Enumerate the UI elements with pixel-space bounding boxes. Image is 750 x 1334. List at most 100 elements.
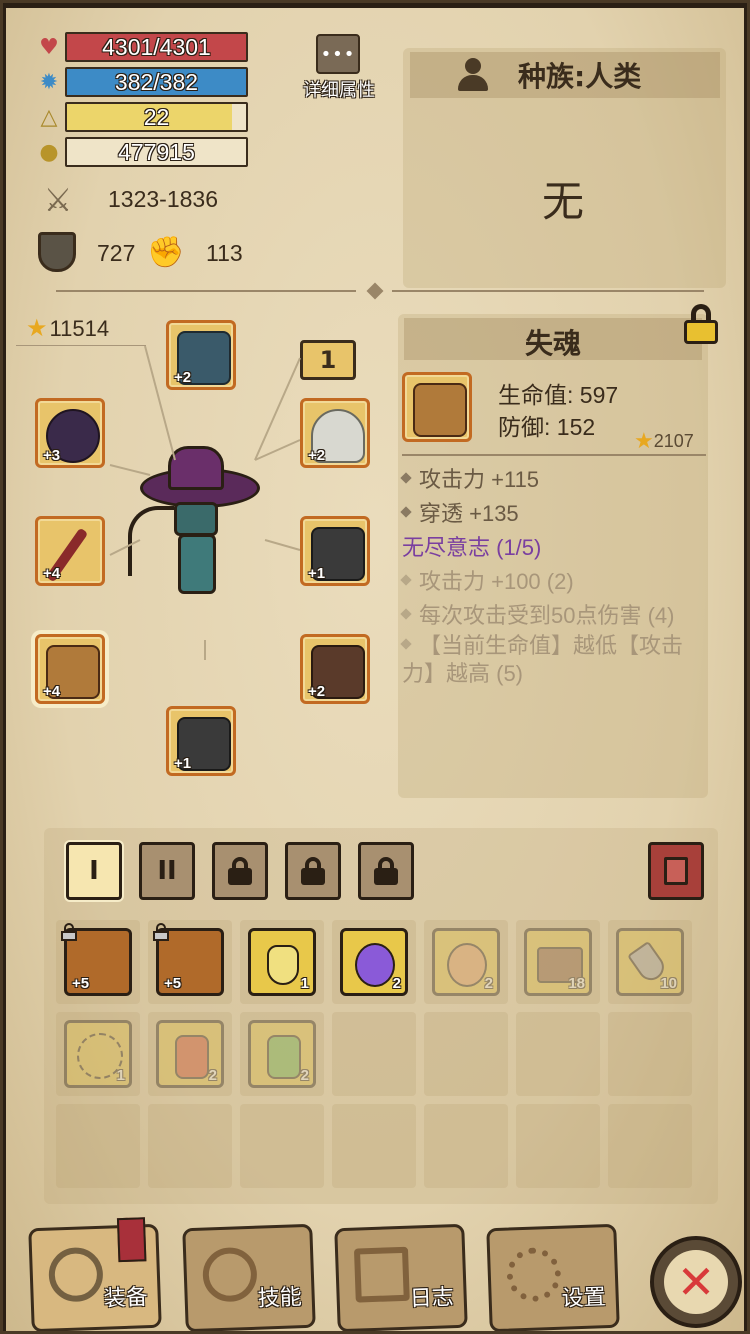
bag-slot[interactable] (240, 1104, 324, 1188)
section-divider (56, 290, 356, 292)
bag-slot[interactable] (516, 1104, 600, 1188)
potion-icon (267, 945, 299, 985)
item-count: 18 (568, 975, 585, 992)
equip-slot-bracer-selected[interactable]: +4 (35, 634, 105, 704)
star-icon: ★ (634, 428, 654, 453)
bag-slot[interactable] (608, 1104, 692, 1188)
lock-icon (153, 923, 171, 943)
bag-item-potion-green[interactable]: 2 (248, 1020, 316, 1088)
bag-tab-locked[interactable] (212, 842, 268, 900)
bag-slot[interactable] (332, 1104, 416, 1188)
close-icon: ✕ (664, 1250, 728, 1314)
equip-plus: +1 (174, 755, 192, 772)
equip-slot-helmet[interactable]: +2 (166, 320, 236, 390)
bag-slot[interactable] (332, 1012, 416, 1096)
item-count: 2 (300, 1067, 309, 1084)
potion-icon (447, 943, 487, 987)
trash-icon (664, 857, 688, 885)
equip-plus: +2 (174, 369, 192, 386)
bag-slot[interactable] (424, 1012, 508, 1096)
equip-plus: +2 (308, 447, 326, 464)
equip-plus: +1 (308, 565, 326, 582)
defense-value: 727 (97, 240, 136, 266)
bag-slot[interactable] (608, 1012, 692, 1096)
more-icon: ••• (320, 43, 356, 65)
detail-attributes-button[interactable]: ••• (316, 34, 360, 74)
bag-tab-1[interactable]: I (66, 842, 122, 900)
equip-slot-wings[interactable]: +2 (300, 398, 370, 468)
item-count: 2 (392, 975, 401, 992)
potion-icon (267, 1035, 301, 1079)
bag-item-hat[interactable]: +5 (61, 923, 132, 996)
book-icon (353, 1246, 410, 1303)
triangle-icon: △ (40, 104, 58, 130)
bag-item-crossbow[interactable]: +5 (153, 923, 224, 996)
item-plus: +5 (164, 975, 182, 992)
lock-icon[interactable] (684, 304, 718, 344)
equip-slot-sword[interactable]: +4 (35, 516, 105, 586)
equip-plus: +4 (43, 565, 61, 582)
right-border (744, 0, 750, 1334)
divider-ornament (366, 282, 384, 300)
equip-slot-boots[interactable]: +1 (166, 706, 236, 776)
top-border (0, 0, 750, 8)
equip-plus: +3 (43, 447, 61, 464)
nav-log-label: 日志 (409, 1285, 455, 1312)
bag-item-potion-gold[interactable]: 1 (248, 928, 316, 996)
item-count: 1 (116, 1067, 125, 1084)
equip-slot-ring[interactable]: +3 (35, 398, 105, 468)
item-name: 失魂 (524, 327, 581, 360)
nav-equip-label: 装备 (103, 1285, 149, 1312)
gear-icon (505, 1246, 562, 1303)
item-score-value: 2107 (653, 430, 694, 451)
bag-tab-locked[interactable] (285, 842, 341, 900)
bag-slot[interactable] (56, 1104, 140, 1188)
bag-item-potion-purple[interactable]: 2 (340, 928, 408, 996)
item-divider (402, 454, 706, 456)
close-button[interactable]: ✕ (650, 1236, 742, 1328)
bag-slot[interactable] (148, 1104, 232, 1188)
item-plus: +5 (72, 975, 90, 992)
item-stat-defense: 防御: 152 (498, 414, 596, 440)
gold-bar: 477915 (65, 137, 248, 167)
detail-attributes-label: 详细属性 (303, 80, 375, 101)
equip-plus: +2 (308, 683, 326, 700)
nav-equip-tab[interactable]: 装备 (28, 1217, 162, 1333)
bag-item-potion-red[interactable]: 2 (156, 1020, 224, 1088)
nav-settings-tab[interactable]: 设置 (486, 1223, 620, 1333)
mp-bar: 382/382 (65, 67, 248, 97)
hp-value: 4301/4301 (102, 33, 211, 60)
trash-button[interactable] (648, 842, 704, 900)
nav-skills-label: 技能 (257, 1285, 303, 1312)
gold-value: 477915 (118, 138, 195, 165)
section-divider (392, 290, 704, 292)
race-header: 种族:人类 (410, 52, 720, 98)
set-effect: 每次攻击受到50点伤害 (4) (400, 598, 674, 630)
nav-log-tab[interactable]: 日志 (334, 1223, 468, 1333)
equip-slot-pants[interactable]: +2 (300, 634, 370, 704)
bag-tab-locked[interactable] (358, 842, 414, 900)
skill-icon (201, 1246, 258, 1303)
equip-slot-armor[interactable]: +1 (300, 516, 370, 586)
magic-value: 113 (206, 240, 243, 266)
crossed-swords-icon: ⚔ (43, 181, 73, 219)
lock-icon (301, 857, 325, 885)
item-count: 2 (484, 975, 493, 992)
nav-settings-label: 设置 (561, 1285, 607, 1312)
axe-icon (47, 1246, 104, 1303)
lock-icon (61, 923, 79, 943)
item-count: 1 (300, 975, 309, 992)
bracer-icon (413, 383, 467, 437)
bag-slot[interactable] (516, 1012, 600, 1096)
bag-item-chest[interactable]: 18 (524, 928, 592, 996)
bag-tab-2[interactable]: II (139, 842, 195, 900)
bag-slot[interactable] (424, 1104, 508, 1188)
nav-skills-tab[interactable]: 技能 (182, 1223, 316, 1333)
item-stat-hp: 生命值: 597 (498, 382, 619, 408)
set-name: 无尽意志 (1/5) (402, 535, 542, 560)
bag-item-web[interactable]: 1 (64, 1020, 132, 1088)
potion-icon (355, 943, 395, 987)
bag-item-potion-orange[interactable]: 2 (432, 928, 500, 996)
bag-item-shovel[interactable]: 10 (616, 928, 684, 996)
item-count: 10 (660, 975, 677, 992)
